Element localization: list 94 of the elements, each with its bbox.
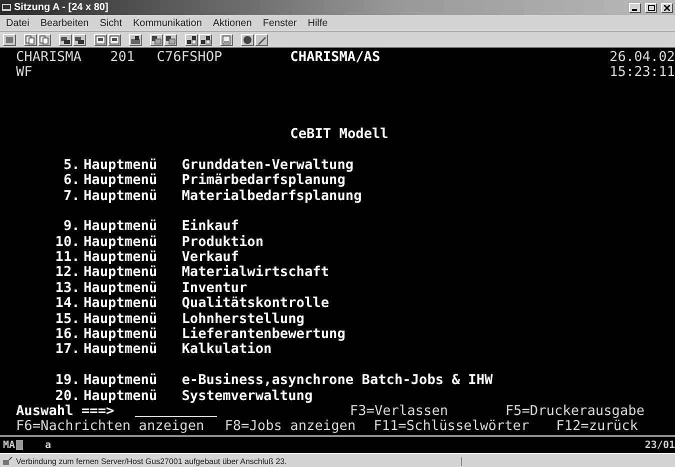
menu-number: 9. — [62, 219, 80, 235]
menu-option: Lohnherstellung — [182, 312, 304, 328]
toolbar-icon — [39, 34, 50, 44]
menu-number: 13. — [54, 280, 80, 296]
toolbar-icon — [25, 34, 36, 44]
system-name: CHARISMA — [16, 50, 82, 66]
menu-label: Hauptmenü — [84, 388, 158, 404]
function-key: F8=Jobs anzeigen — [224, 419, 374, 435]
toolbar-icon — [186, 34, 197, 44]
toolbar-icon — [74, 34, 85, 44]
function-key: F11=Schlüsselwörter — [374, 419, 556, 435]
menu-option: Materialwirtschaft — [182, 265, 330, 281]
menu-number: 20. — [54, 388, 80, 404]
menu-item[interactable]: Kommunikation — [132, 18, 202, 28]
toolbar-icon — [130, 34, 141, 44]
cursor-position: 23/01 — [644, 440, 675, 450]
window-title: Sitzung A - [24 x 80] — [14, 2, 108, 13]
maximize-button[interactable] — [645, 2, 657, 12]
toolbar-icon — [221, 34, 232, 44]
menu-item[interactable]: Bearbeiten — [40, 18, 89, 28]
toolbar-icon — [95, 34, 106, 44]
menu-label: Hauptmenü — [84, 250, 158, 266]
menu-option: Systemverwaltung — [182, 388, 313, 404]
menu-item[interactable]: Fenster — [262, 18, 297, 28]
menu-number: 19. — [54, 373, 80, 389]
time-text: 15:23:11 — [610, 65, 675, 81]
date-text: 26.04.02 — [610, 50, 675, 66]
menu-option: Materialbedarfsplanung — [182, 188, 362, 204]
menu-number: 7. — [62, 188, 80, 204]
menu-number: 17. — [54, 342, 80, 358]
toolbar-icon — [60, 34, 71, 44]
prompt-label: Auswahl ===> — [16, 404, 114, 420]
menu-item[interactable]: Datei — [6, 18, 30, 28]
toolbar-icon — [165, 34, 176, 44]
menu-option: Primärbedarfsplanung — [182, 173, 346, 189]
menu-option: Einkauf — [182, 219, 239, 235]
menu-label: Hauptmenü — [84, 342, 158, 358]
menu-label: Hauptmenü — [84, 234, 158, 250]
toolbar-icon — [109, 34, 120, 44]
menu-label: Hauptmenü — [84, 188, 158, 204]
menu-label: Hauptmenü — [84, 219, 158, 235]
menu-item[interactable]: Sicht — [100, 18, 122, 28]
screen-title: CeBIT Modell — [290, 126, 388, 142]
menu-number: 10. — [54, 234, 80, 250]
menu-option: Verkauf — [182, 250, 239, 266]
menu-label: Hauptmenü — [84, 280, 158, 296]
menu-option: Grunddaten-Verwaltung — [182, 158, 354, 174]
library-name: C76FSHOP — [156, 50, 224, 66]
menu-number: 16. — [54, 327, 80, 342]
menu-number: 5. — [62, 158, 80, 174]
toolbar-icon — [256, 34, 267, 44]
menu-number: 6. — [62, 173, 80, 189]
menu-option: e-Business,asynchrone Batch-Jobs & IHW — [182, 373, 493, 389]
toolbar-icon — [4, 34, 15, 44]
function-key: F12=zurück — [556, 419, 638, 435]
mode-indicator: MA — [3, 440, 16, 450]
input-indicator: a — [45, 440, 52, 450]
menu-label: Hauptmenü — [84, 265, 158, 281]
toolbar-icon — [242, 34, 253, 44]
application-name: CHARISMA/AS — [290, 50, 380, 66]
toolbar-button[interactable] — [108, 34, 121, 46]
close-icon — [664, 4, 670, 10]
close-button[interactable] — [661, 2, 673, 12]
menu-label: Hauptmenü — [84, 312, 158, 328]
minimize-button[interactable] — [629, 2, 641, 12]
menu-label: Hauptmenü — [84, 296, 158, 312]
menu-item[interactable]: Aktionen — [212, 18, 252, 28]
menu-label: Hauptmenü — [84, 327, 158, 342]
menu-item[interactable]: Hilfe — [308, 18, 328, 28]
menu-label: Hauptmenü — [84, 373, 158, 389]
app-icon — [2, 3, 11, 12]
menu-number: 11. — [54, 250, 80, 266]
menu-number: 12. — [54, 265, 80, 281]
cursor-block — [16, 440, 24, 450]
toolbar-icon — [200, 34, 211, 44]
user-id: WF — [16, 65, 32, 81]
connection-icon — [3, 457, 13, 466]
toolbar-icon — [151, 34, 162, 44]
menu-label: Hauptmenü — [84, 158, 158, 174]
menu-option: Qualitätskontrolle — [182, 296, 330, 312]
function-key: F6=Nachrichten anzeigen — [16, 419, 225, 435]
menu-option: Lieferantenbewertung — [182, 327, 346, 342]
menu-option: Kalkulation — [182, 342, 272, 358]
system-number: 201 — [110, 50, 136, 66]
menu-option: Inventur — [182, 280, 248, 296]
maximize-icon — [648, 4, 654, 10]
menu-label: Hauptmenü — [84, 173, 158, 189]
menu-option: Produktion — [182, 234, 264, 250]
status-message: Verbindung zum fernen Server/Host Gus27001 aufgebaut über Anschluß 23. — [16, 457, 462, 466]
function-key: F5=Druckerausgabe — [505, 404, 645, 420]
menu-number: 14. — [54, 296, 80, 312]
toolbar-button[interactable] — [94, 34, 107, 46]
function-key: F3=Verlassen — [350, 404, 506, 420]
menu-number: 15. — [54, 312, 80, 328]
